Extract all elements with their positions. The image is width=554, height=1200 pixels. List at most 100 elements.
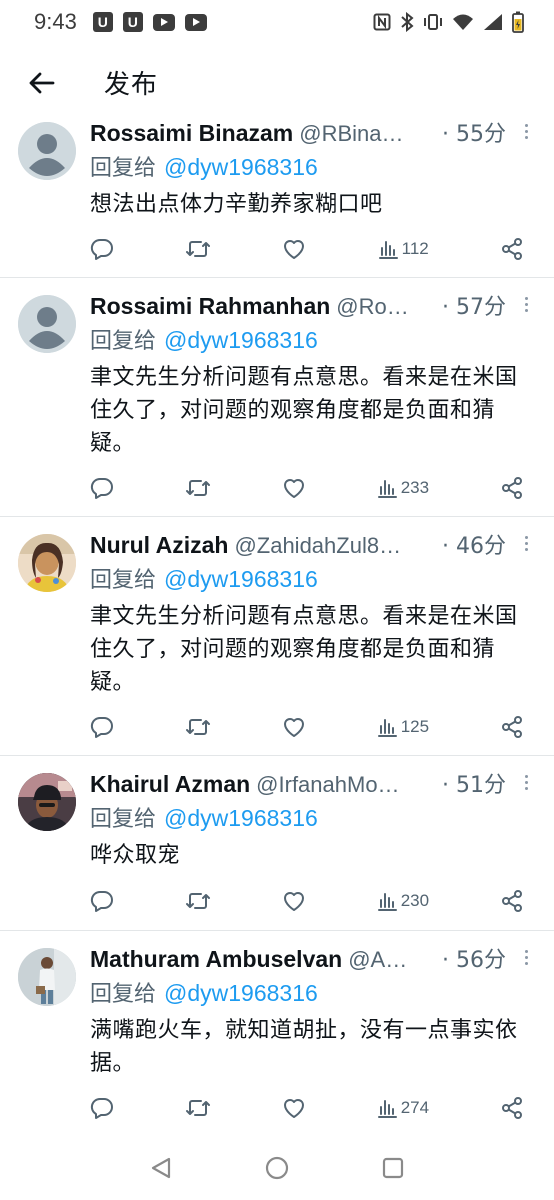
reply-time: · 51分	[442, 773, 506, 798]
reply-time: · 57分	[442, 295, 506, 320]
notification-badge-u: U	[92, 12, 113, 32]
like-button[interactable]	[282, 1096, 306, 1120]
heart-icon	[284, 240, 305, 259]
reply-button[interactable]	[90, 889, 114, 913]
reply-item[interactable]: Khairul Azman @IrfanahMo… · 51分 回复给 @dyw1…	[0, 756, 554, 931]
user-photo-icon	[18, 948, 76, 1006]
user-handle[interactable]: @IrfanahMo…	[256, 771, 436, 799]
replying-to: 回复给 @dyw1968316	[90, 152, 534, 184]
user-handle[interactable]: @RBina…	[299, 120, 436, 148]
display-name[interactable]: Mathuram Ambuselvan	[90, 945, 342, 973]
action-bar: 230	[90, 886, 524, 916]
default-avatar-icon	[18, 122, 76, 180]
analytics-icon	[378, 241, 398, 259]
repost-icon	[186, 241, 211, 257]
mention-link[interactable]: @dyw1968316	[164, 980, 318, 1006]
analytics-icon	[377, 480, 397, 498]
repost-button[interactable]	[185, 476, 211, 500]
repost-icon	[185, 719, 210, 735]
views-count: 274	[400, 1098, 430, 1117]
display-name[interactable]: Rossaimi Binazam	[90, 119, 293, 147]
more-options-button[interactable]	[516, 770, 536, 794]
repost-button[interactable]	[185, 715, 211, 739]
display-name[interactable]: Nurul Azizah	[90, 531, 228, 559]
repost-button[interactable]	[185, 889, 211, 913]
like-button[interactable]	[282, 237, 306, 261]
action-bar: 233	[90, 473, 524, 503]
more-options-button[interactable]	[516, 119, 536, 143]
views-button[interactable]: 233	[377, 478, 429, 498]
avatar[interactable]	[18, 773, 76, 831]
reply-text: 聿文先生分析问题有点意思。看来是在米国住久了，对问题的观察角度都是负面和猜疑。	[90, 365, 518, 456]
share-button[interactable]	[500, 476, 524, 500]
like-button[interactable]	[282, 889, 306, 913]
views-count: 230	[400, 891, 430, 910]
avatar[interactable]	[18, 534, 76, 592]
avatar[interactable]	[18, 948, 76, 1006]
comment-icon	[90, 716, 113, 738]
more-options-button[interactable]	[516, 945, 536, 969]
user-handle[interactable]: @ZahidahZul8…	[234, 532, 436, 560]
share-icon	[501, 238, 522, 260]
like-button[interactable]	[282, 715, 306, 739]
avatar[interactable]	[18, 122, 76, 180]
reply-item[interactable]: Mathuram Ambuselvan @A… · 56分 回复给 @dyw196…	[0, 931, 554, 1136]
system-nav-bar	[0, 1136, 554, 1200]
bluetooth-icon	[400, 12, 414, 32]
replying-to: 回复给 @dyw1968316	[90, 325, 534, 357]
status-bar: 9:43 U U	[0, 0, 554, 44]
share-button[interactable]	[500, 889, 524, 913]
repost-button[interactable]	[185, 237, 211, 261]
user-photo-icon	[18, 534, 76, 592]
user-handle[interactable]: @A…	[348, 946, 436, 974]
views-count: 112	[401, 239, 429, 258]
reply-button[interactable]	[90, 237, 114, 261]
mention-link[interactable]: @dyw1968316	[164, 327, 318, 353]
mention-link[interactable]: @dyw1968316	[164, 566, 318, 592]
recents-square-icon[interactable]	[379, 1154, 407, 1182]
signal-icon	[483, 13, 503, 31]
replying-label: 回复给	[90, 329, 157, 354]
back-triangle-icon[interactable]	[147, 1154, 175, 1182]
reply-time: · 56分	[442, 948, 506, 973]
analytics-icon	[377, 893, 397, 911]
replies-feed: Rossaimi Binazam @RBina… · 55分 回复给 @dyw19…	[0, 119, 554, 1136]
reply-time: · 55分	[442, 122, 506, 147]
share-button[interactable]	[500, 715, 524, 739]
reply-button[interactable]	[90, 476, 114, 500]
share-button[interactable]	[500, 1096, 524, 1120]
mention-link[interactable]: @dyw1968316	[164, 805, 318, 831]
reply-button[interactable]	[90, 1096, 114, 1120]
action-bar: 125	[90, 712, 524, 742]
mention-link[interactable]: @dyw1968316	[164, 154, 318, 180]
avatar[interactable]	[18, 295, 76, 353]
views-button[interactable]: 112	[378, 239, 429, 259]
reply-item[interactable]: Rossaimi Rahmanhan @Ro… · 57分 回复给 @dyw196…	[0, 278, 554, 517]
more-options-button[interactable]	[516, 531, 536, 555]
heart-icon	[283, 718, 304, 737]
share-button[interactable]	[500, 237, 524, 261]
views-button[interactable]: 230	[377, 891, 429, 911]
more-options-button[interactable]	[516, 292, 536, 316]
notification-badge-u: U	[122, 12, 143, 32]
display-name[interactable]: Khairul Azman	[90, 770, 250, 798]
back-button[interactable]	[24, 66, 58, 100]
reply-item[interactable]: Nurul Azizah @ZahidahZul8… · 46分 回复给 @dyw…	[0, 517, 554, 756]
user-handle[interactable]: @Ro…	[336, 293, 436, 321]
replying-label: 回复给	[90, 982, 157, 1007]
repost-button[interactable]	[185, 1096, 211, 1120]
replying-label: 回复给	[90, 156, 157, 181]
views-button[interactable]: 274	[377, 1098, 429, 1118]
views-button[interactable]: 125	[377, 717, 429, 737]
display-name[interactable]: Rossaimi Rahmanhan	[90, 292, 330, 320]
heart-icon	[283, 1099, 304, 1118]
like-button[interactable]	[282, 476, 306, 500]
youtube-icon	[152, 13, 175, 31]
share-icon	[502, 890, 522, 912]
home-circle-icon[interactable]	[263, 1154, 291, 1182]
heart-icon	[283, 479, 304, 498]
reply-button[interactable]	[90, 715, 114, 739]
reply-item[interactable]: Rossaimi Binazam @RBina… · 55分 回复给 @dyw19…	[0, 119, 554, 278]
youtube-icon	[184, 13, 207, 31]
replying-to: 回复给 @dyw1968316	[90, 978, 534, 1010]
